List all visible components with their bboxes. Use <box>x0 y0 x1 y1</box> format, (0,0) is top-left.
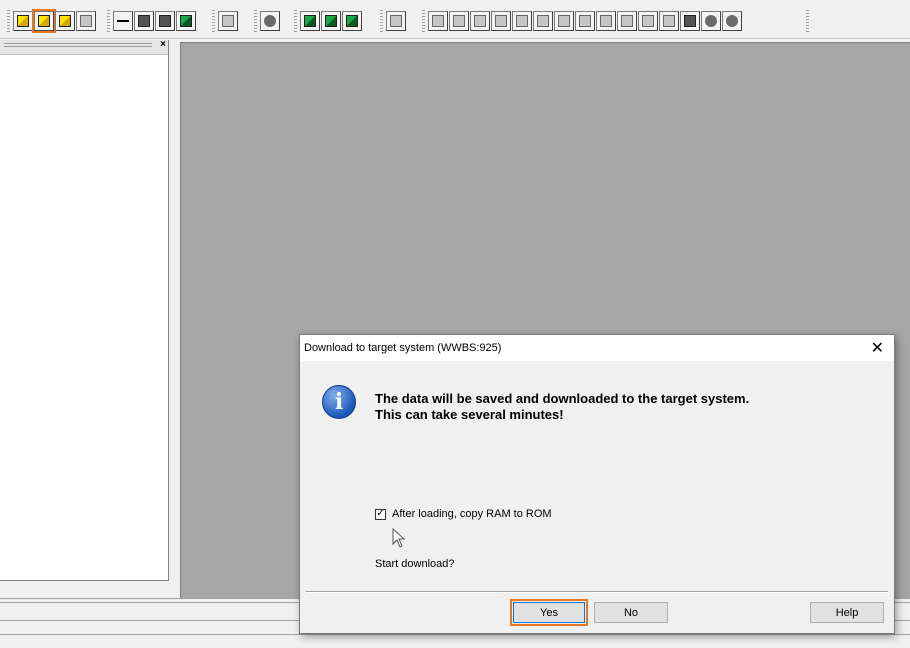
dialog-titlebar[interactable]: Download to target system (WWBS:925) ✕ <box>300 335 894 361</box>
green-tool-icon <box>325 15 337 27</box>
toolbar-button-2-1[interactable] <box>113 11 133 31</box>
toolbar-group <box>113 11 197 33</box>
toolbar-button-7-5[interactable] <box>512 11 532 31</box>
yellow-tool-icon <box>38 15 50 27</box>
toolbar-grip[interactable] <box>107 10 110 34</box>
message-line-1: The data will be saved and downloaded to… <box>375 391 750 406</box>
toolbar-grip[interactable] <box>806 10 809 34</box>
dark-tool-icon <box>684 15 696 27</box>
dark-tool-icon <box>159 15 171 27</box>
mouse-pointer-icon <box>392 528 406 548</box>
splitter[interactable] <box>171 40 179 600</box>
separator-highlight <box>306 592 888 593</box>
left-panel-titlebar[interactable]: × <box>0 39 168 55</box>
toolbar-button-5-1[interactable] <box>300 11 320 31</box>
toolbar-group <box>386 11 407 33</box>
toolbar-button-1-1[interactable] <box>13 11 33 31</box>
gray-tool-icon <box>516 15 528 27</box>
toolbar-group <box>218 11 239 33</box>
toolbar-button-7-2[interactable] <box>449 11 469 31</box>
no-button[interactable]: No <box>594 602 668 623</box>
toolbar-button-7-7[interactable] <box>554 11 574 31</box>
toolbar-button-1-4[interactable] <box>76 11 96 31</box>
gray-tool-icon <box>600 15 612 27</box>
line-tool-icon <box>117 15 129 27</box>
dot-tool-icon <box>726 15 738 27</box>
toolbar-button-5-3[interactable] <box>342 11 362 31</box>
toolbar-button-7-10[interactable] <box>617 11 637 31</box>
toolbar-button-1-3[interactable] <box>55 11 75 31</box>
toolbar-group <box>300 11 363 33</box>
titlebar-grip <box>4 43 152 49</box>
message-line-2: This can take several minutes! <box>375 407 564 422</box>
gray-tool-icon <box>390 15 402 27</box>
gray-tool-icon <box>558 15 570 27</box>
toolbar-button-7-9[interactable] <box>596 11 616 31</box>
toolbar-button-2-3[interactable] <box>155 11 175 31</box>
toolbar-button-7-15[interactable] <box>722 11 742 31</box>
toolbar-group <box>428 11 743 33</box>
gray-tool-icon <box>222 15 234 27</box>
dialog-title: Download to target system (WWBS:925) <box>304 342 502 354</box>
toolbar-button-4-1[interactable] <box>260 11 280 31</box>
toolbar-group <box>260 11 281 33</box>
download-dialog: Download to target system (WWBS:925) ✕ i… <box>299 334 895 634</box>
toolbar-button-7-14[interactable] <box>701 11 721 31</box>
toolbar-grip[interactable] <box>294 10 297 34</box>
toolbar-button-7-11[interactable] <box>638 11 658 31</box>
green-tool-icon <box>304 15 316 27</box>
toolbar-button-5-2[interactable] <box>321 11 341 31</box>
toolbar-button-3-1[interactable] <box>218 11 238 31</box>
toolbar-button-6-1[interactable] <box>386 11 406 31</box>
dark-tool-icon <box>138 15 150 27</box>
dot-tool-icon <box>264 15 276 27</box>
gray-tool-icon <box>663 15 675 27</box>
gray-tool-icon <box>453 15 465 27</box>
toolbar-group <box>13 9 97 33</box>
help-button[interactable]: Help <box>810 602 884 623</box>
toolbar-button-2-4[interactable] <box>176 11 196 31</box>
toolbar-button-7-8[interactable] <box>575 11 595 31</box>
close-icon[interactable]: ✕ <box>871 338 884 358</box>
gray-tool-icon <box>579 15 591 27</box>
panel-close-icon[interactable]: × <box>160 39 166 50</box>
toolbar-button-7-4[interactable] <box>491 11 511 31</box>
green-tool-icon <box>180 15 192 27</box>
gray-tool-icon <box>495 15 507 27</box>
gray-tool-icon <box>642 15 654 27</box>
dialog-message: The data will be saved and downloaded to… <box>375 391 749 423</box>
gray-tool-icon <box>432 15 444 27</box>
left-panel: × <box>0 39 169 581</box>
start-download-prompt: Start download? <box>375 558 455 570</box>
toolbar-grip[interactable] <box>422 10 425 34</box>
toolbar-button-2-2[interactable] <box>134 11 154 31</box>
checkbox-label: After loading, copy RAM to ROM <box>392 508 552 520</box>
gray-tool-icon <box>537 15 549 27</box>
toolbar-button-1-2[interactable] <box>32 9 56 33</box>
info-icon: i <box>322 385 356 419</box>
copy-ram-to-rom-checkbox[interactable]: ✓ <box>375 508 386 520</box>
toolbar-button-7-6[interactable] <box>533 11 553 31</box>
toolbar-button-7-13[interactable] <box>680 11 700 31</box>
yellow-tool-icon <box>17 15 29 27</box>
toolbar-button-7-12[interactable] <box>659 11 679 31</box>
gray-tool-icon <box>80 15 92 27</box>
green-tool-icon <box>346 15 358 27</box>
toolbar-grip[interactable] <box>254 10 257 34</box>
toolbar-grip[interactable] <box>212 10 215 34</box>
yes-button[interactable]: Yes <box>510 599 588 626</box>
yellow-tool-icon <box>59 15 71 27</box>
toolbar-grip[interactable] <box>380 10 383 34</box>
toolbar <box>0 0 910 39</box>
toolbar-button-7-3[interactable] <box>470 11 490 31</box>
gray-tool-icon <box>474 15 486 27</box>
gray-tool-icon <box>621 15 633 27</box>
toolbar-grip[interactable] <box>7 10 10 34</box>
copy-ram-to-rom-option[interactable]: ✓ After loading, copy RAM to ROM <box>375 508 552 520</box>
dot-tool-icon <box>705 15 717 27</box>
toolbar-button-7-1[interactable] <box>428 11 448 31</box>
